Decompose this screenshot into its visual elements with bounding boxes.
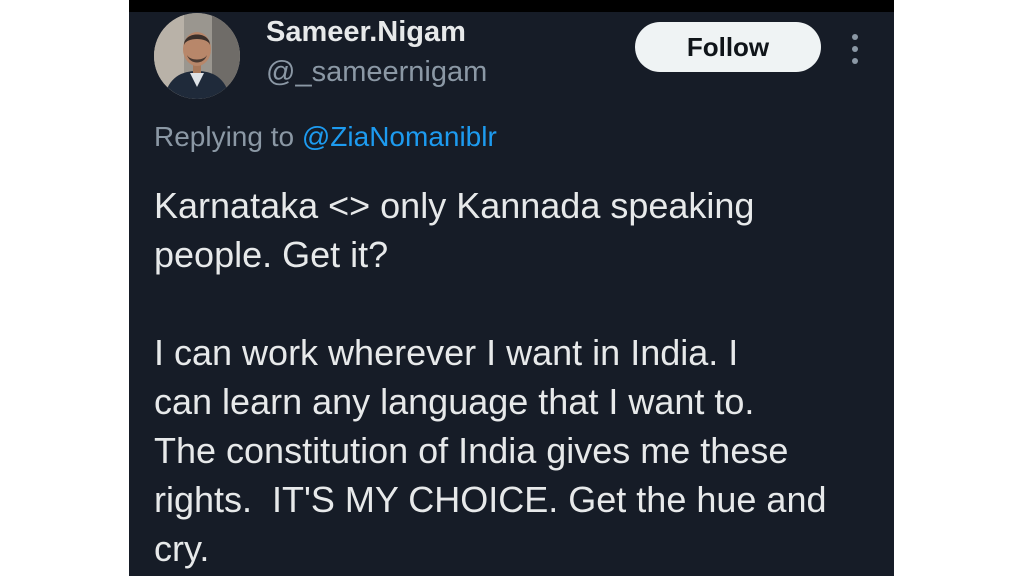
author-handle[interactable]: @_sameernigam — [266, 56, 487, 89]
tweet-line: cry. — [154, 528, 210, 569]
screenshot-stage: Sameer.Nigam @_sameernigam Follow Replyi… — [0, 0, 1024, 576]
reply-context: Replying to @ZiaNomaniblr — [154, 121, 497, 153]
tweet-line: The constitution of India gives me these — [154, 430, 789, 471]
avatar-photo — [154, 13, 240, 99]
follow-button[interactable]: Follow — [635, 22, 821, 72]
tweet-line: rights. IT'S MY CHOICE. Get the hue and — [154, 479, 827, 520]
top-edge-bar — [129, 0, 894, 12]
reply-prefix: Replying to — [154, 121, 295, 152]
tweet-line: Karnataka <> only Kannada speaking — [154, 185, 755, 226]
tweet-text: Karnataka <> only Kannada speaking peopl… — [154, 181, 884, 573]
reply-mention-link[interactable]: @ZiaNomaniblr — [302, 121, 497, 152]
author-display-name[interactable]: Sameer.Nigam — [266, 16, 466, 49]
tweet-line: can learn any language that I want to. — [154, 381, 755, 422]
more-vertical-icon[interactable] — [845, 32, 865, 66]
tweet-line: I can work wherever I want in India. I — [154, 332, 739, 373]
tweet-line: people. Get it? — [154, 234, 389, 275]
tweet-card: Sameer.Nigam @_sameernigam Follow Replyi… — [129, 0, 894, 576]
avatar[interactable] — [154, 13, 240, 99]
